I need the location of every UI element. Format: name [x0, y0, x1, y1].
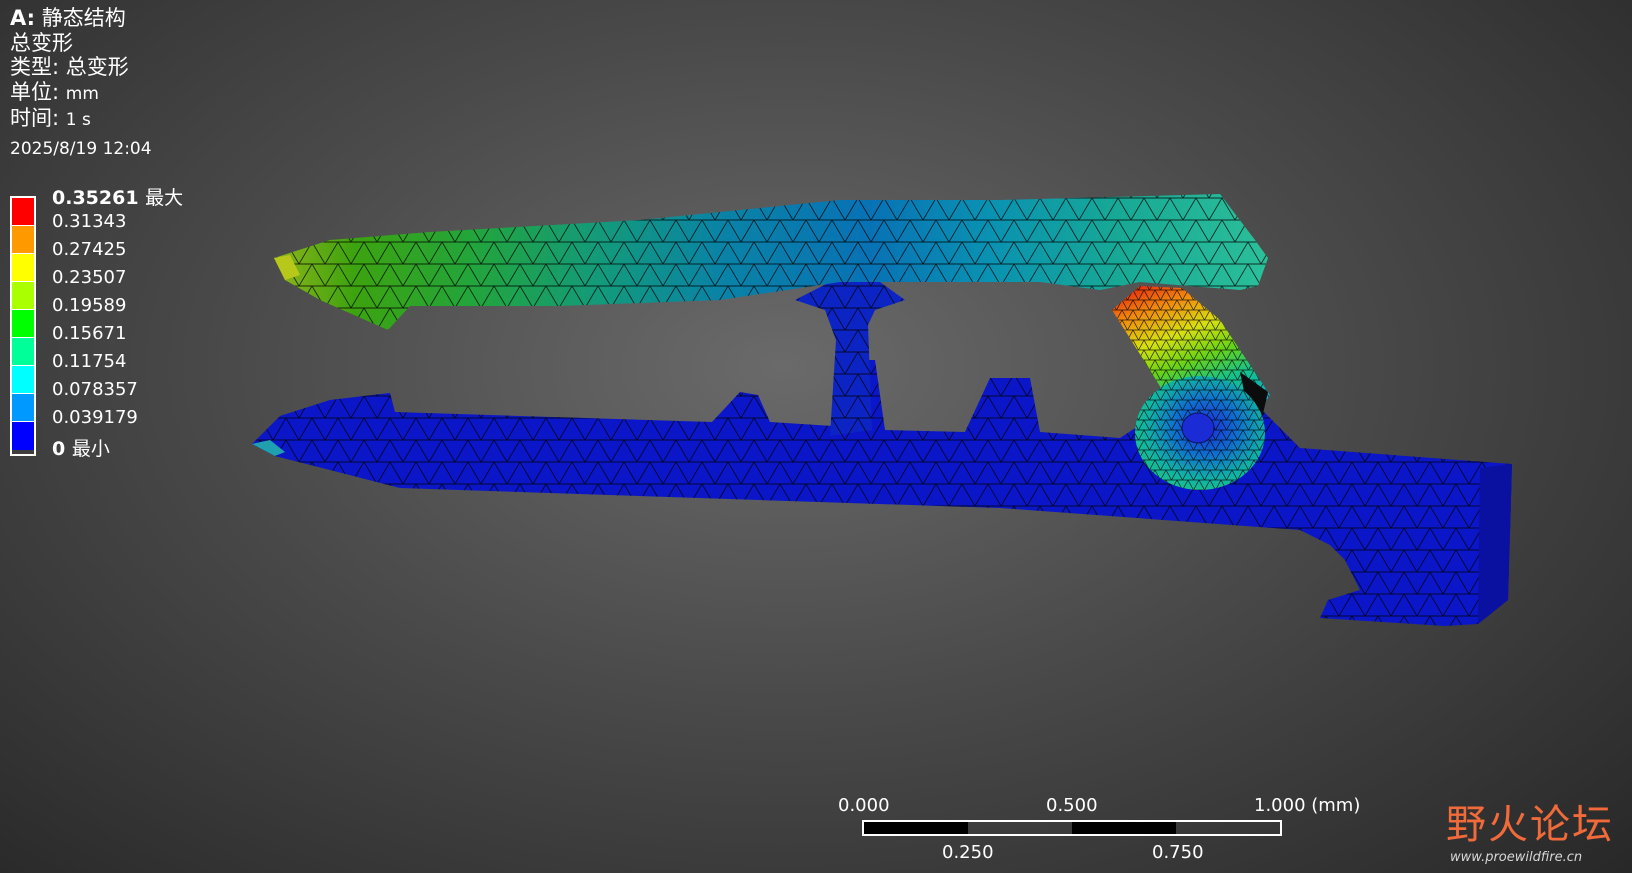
lower-base-body[interactable] — [252, 360, 1512, 626]
fea-model-viewport[interactable] — [0, 0, 1632, 873]
watermark-url: www.proewildfire.cn — [1450, 850, 1583, 865]
scale-label: 0.000 — [838, 795, 890, 816]
scale-label: 0.500 — [1046, 795, 1098, 816]
scale-rule[interactable] — [862, 820, 1282, 836]
scale-label: 0.250 — [942, 842, 994, 863]
contact-ball[interactable] — [1135, 376, 1265, 490]
scale-label: 1.000 (mm) — [1254, 795, 1361, 816]
connecting-post[interactable] — [795, 282, 905, 436]
scale-label: 0.750 — [1152, 842, 1204, 863]
watermark-text: 野火论坛 — [1446, 802, 1614, 848]
forum-watermark: 野火论坛 www.proewildfire.cn — [1446, 792, 1614, 865]
